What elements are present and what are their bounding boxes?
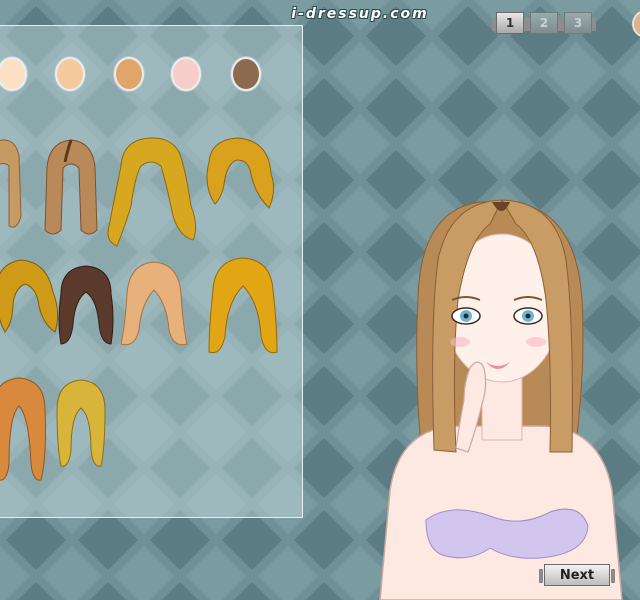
hair-option-8[interactable] xyxy=(203,256,283,356)
hair-option-5[interactable] xyxy=(0,258,61,338)
hair-option-9[interactable] xyxy=(0,376,49,486)
skin-swatch-1[interactable] xyxy=(0,57,27,91)
hair-option-2[interactable] xyxy=(41,138,101,238)
page-3-button[interactable]: 3 xyxy=(560,12,596,34)
page-1-button[interactable]: 1 xyxy=(492,12,528,34)
next-button[interactable]: Next xyxy=(539,564,615,586)
game-stage: i-dressup.com 1 2 3 Next xyxy=(0,0,640,600)
page-selector: 1 2 3 xyxy=(492,12,596,34)
skin-swatch-3[interactable] xyxy=(114,57,144,91)
hair-option-6[interactable] xyxy=(53,264,119,350)
doll-character xyxy=(379,199,623,600)
hair-option-4[interactable] xyxy=(197,134,277,214)
skin-swatch-5[interactable] xyxy=(231,57,261,91)
hair-option-10[interactable] xyxy=(53,378,109,470)
hair-option-3[interactable] xyxy=(101,136,201,256)
skin-swatch-4[interactable] xyxy=(171,57,201,91)
hair-option-1[interactable] xyxy=(0,136,27,236)
wardrobe-panel xyxy=(0,25,303,518)
site-logo: i-dressup.com xyxy=(291,6,429,22)
page-2-button[interactable]: 2 xyxy=(526,12,562,34)
hair-option-7[interactable] xyxy=(119,260,189,350)
skin-swatch-2[interactable] xyxy=(55,57,85,91)
